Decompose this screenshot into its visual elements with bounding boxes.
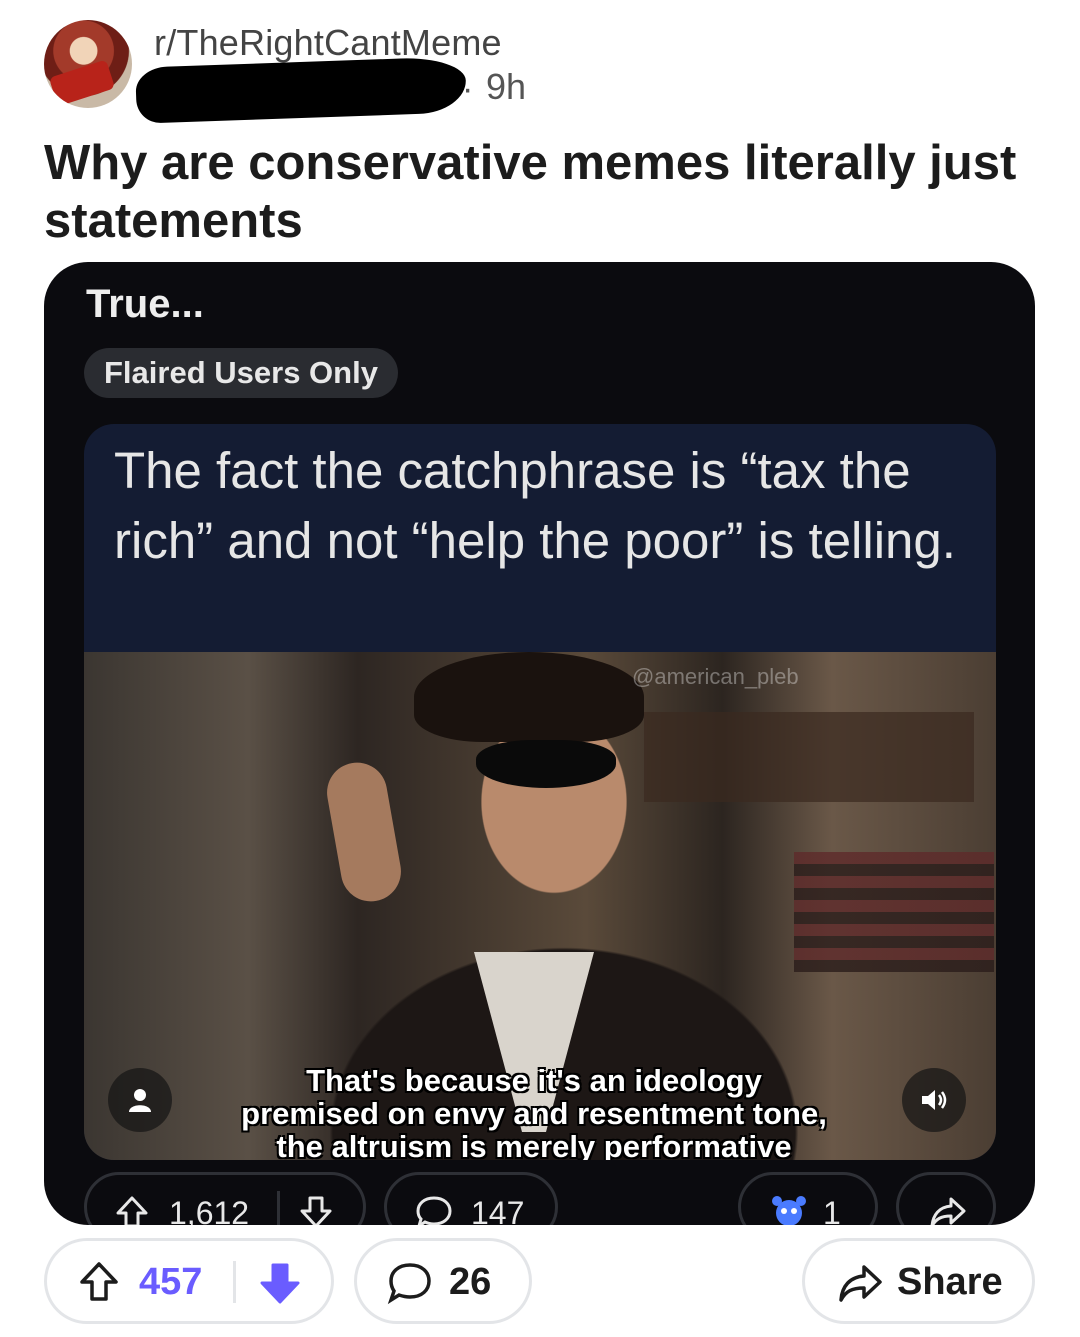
embedded-share-pill[interactable] [896,1172,996,1225]
subreddit-name[interactable]: r/TheRightCantMeme [154,22,502,64]
photo-background-stairs [794,852,994,972]
photo-sunglasses [476,740,616,788]
sound-icon[interactable] [902,1068,966,1132]
comment-icon [416,1196,452,1225]
vote-divider [233,1261,236,1303]
vote-pill: 457 [44,1238,334,1324]
share-icon [839,1265,882,1302]
comment-icon [387,1263,431,1305]
vote-divider [277,1191,280,1225]
embedded-post-card[interactable]: True... Flaired Users Only The fact the … [44,262,1035,1225]
embedded-comment-count: 147 [471,1195,525,1225]
meme-tweet-text: The fact the catchphrase is “tax the ric… [114,442,956,569]
embedded-action-bar: 1,612 147 1 [44,1172,1035,1225]
photo-background-shelf [644,712,974,802]
meme-watermark: @american_pleb [632,664,799,689]
embedded-comment-pill[interactable]: 147 [384,1172,558,1225]
photo-hand [322,757,406,907]
share-button[interactable]: Share [802,1238,1035,1324]
downvote-icon[interactable] [259,1261,301,1305]
embedded-vote-pill[interactable]: 1,612 [84,1172,366,1225]
caption-line: the altruism is merely performative [276,1129,792,1160]
embedded-upvote-count: 1,612 [169,1195,250,1225]
comment-button[interactable]: 26 [354,1238,532,1324]
meme-caption: That's because it's an ideology premised… [204,1064,864,1160]
upvote-icon[interactable] [115,1195,149,1225]
share-label: Share [897,1261,1003,1303]
meta-separator: · [462,70,474,108]
embedded-post-title: True... [86,282,204,326]
subreddit-avatar[interactable] [44,20,132,108]
caption-line: premised on envy and resentment tone, [241,1096,827,1131]
share-icon [930,1197,966,1225]
user-icon[interactable] [108,1068,172,1132]
avatar-flag [48,59,116,107]
upvote-count: 457 [139,1261,203,1303]
post-time: 9h [486,66,527,107]
award-icon [772,1196,806,1225]
caption-line: That's because it's an ideology [306,1063,762,1098]
comment-count: 26 [449,1261,492,1303]
embedded-award-pill[interactable]: 1 [738,1172,878,1225]
post-title[interactable]: Why are conservative memes literally jus… [44,134,1034,250]
meme-image[interactable]: The fact the catchphrase is “tax the ric… [84,424,996,1160]
upvote-icon[interactable] [79,1261,119,1303]
redacted-username [135,56,467,124]
photo-hair [414,652,644,742]
embedded-award-count: 1 [823,1195,841,1225]
flair-badge: Flaired Users Only [84,348,398,398]
downvote-icon[interactable] [299,1195,333,1225]
meme-photo: @american_pleb That's because it's an id… [84,652,996,1160]
